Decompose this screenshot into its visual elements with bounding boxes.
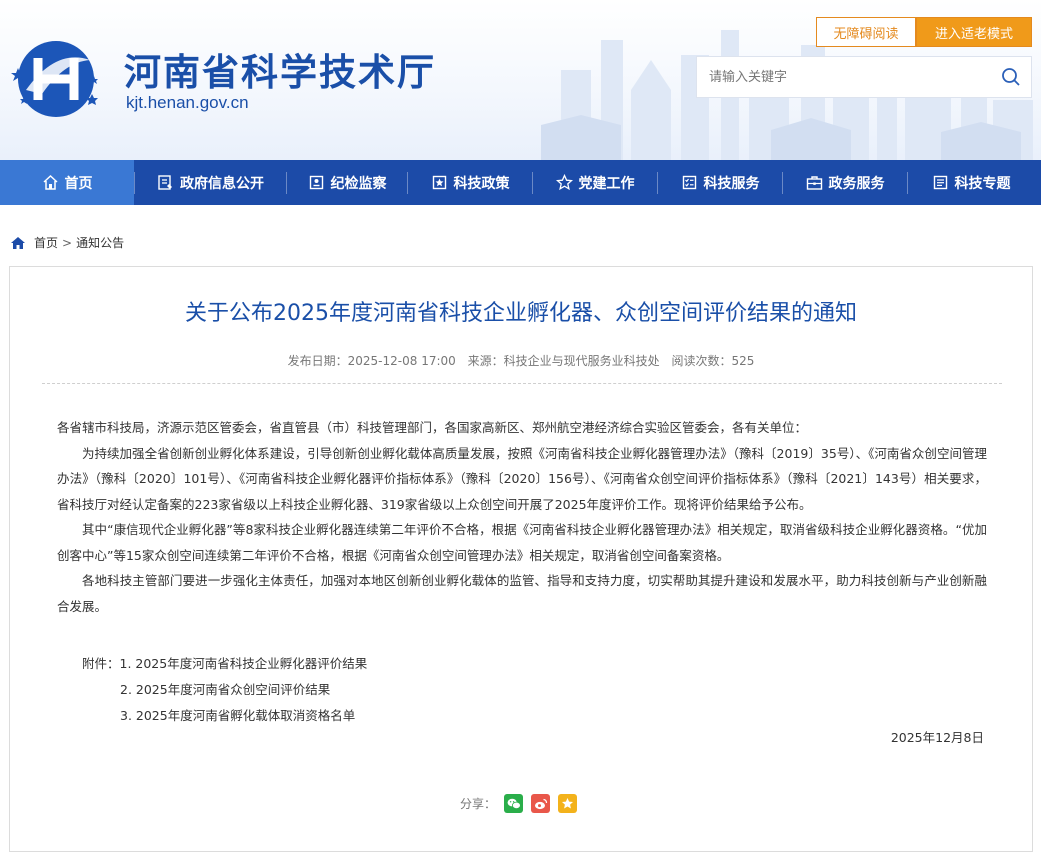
site-logo[interactable] <box>8 38 104 120</box>
home-icon <box>11 236 25 249</box>
article-source: 来源：科技企业与现代服务业科技处 <box>467 354 660 368</box>
salutation: 各省辖市科技局，济源示范区管委会，省直管县（市）科技管理部门，各国家高新区、郑州… <box>57 420 808 435</box>
breadcrumb-home-link[interactable]: 首页 <box>34 234 58 251</box>
publish-date: 发布日期：2025-12-08 17:00 <box>287 354 456 368</box>
nav-item-policy[interactable]: 科技政策 <box>408 160 532 205</box>
article-title: 关于公布2025年度河南省科技企业孵化器、众创空间评价结果的通知 <box>185 301 857 326</box>
article-container: 关于公布2025年度河南省科技企业孵化器、众创空间评价结果的通知 发布日期：20… <box>9 266 1033 852</box>
nav-item-gov-info[interactable]: 政府信息公开 <box>135 160 286 205</box>
elder-mode-button[interactable]: 进入适老模式 <box>916 17 1032 47</box>
attachment-link[interactable]: 附件：1. 2025年度河南省科技企业孵化器评价结果 <box>82 651 367 677</box>
paragraph: 各地科技主管部门要进一步强化主体责任，加强对本地区创新创业孵化载体的监管、指导和… <box>57 573 987 614</box>
article-body: 各省辖市科技局，济源示范区管委会，省直管县（市）科技管理部门，各国家高新区、郑州… <box>57 415 987 619</box>
clipboard-icon <box>309 175 323 190</box>
search-icon <box>1002 68 1020 86</box>
briefcase-icon <box>806 176 822 190</box>
nav-item-services[interactable]: 科技服务 <box>658 160 782 205</box>
document-icon <box>158 175 172 190</box>
weibo-share-icon[interactable] <box>531 794 551 813</box>
search-input[interactable] <box>697 57 991 97</box>
attachment-link[interactable]: 2. 2025年度河南省众创空间评价结果 <box>82 677 367 703</box>
breadcrumb: 首页 > 通知公告 <box>10 234 124 251</box>
nav-item-party[interactable]: 党建工作 <box>533 160 657 205</box>
badge-icon <box>432 175 446 190</box>
breadcrumb-current[interactable]: 通知公告 <box>76 234 124 251</box>
home-icon <box>42 174 58 190</box>
star-icon <box>555 174 573 191</box>
attachment-link[interactable]: 3. 2025年度河南省孵化载体取消资格名单 <box>82 703 367 729</box>
meta-divider <box>42 383 1002 384</box>
nav-item-discipline[interactable]: 纪检监察 <box>287 160 407 205</box>
accessibility-reading-button[interactable]: 无障碍阅读 <box>816 17 916 47</box>
article-meta: 发布日期：2025-12-08 17:00 来源：科技企业与现代服务业科技处 阅… <box>10 352 1032 369</box>
main-nav: 首页 政府信息公开 纪检监察 科技政策 党建工作 科技服务 政务服务 科技专题 <box>0 160 1041 205</box>
site-header: 河南省科学技术厅 kjt.henan.gov.cn 无障碍阅读 进入适老模式 <box>0 0 1041 160</box>
share-bar: 分享： <box>460 794 578 813</box>
paragraph: 为持续加强全省创新创业孵化体系建设，引导创新创业孵化载体高质量发展，按照《河南省… <box>57 445 987 512</box>
nav-item-home[interactable]: 首页 <box>0 160 134 205</box>
site-url: kjt.henan.gov.cn <box>126 93 249 112</box>
paragraph: 其中“康信现代企业孵化器”等8家科技企业孵化器连续第二年评价不合格，根据《河南省… <box>57 522 987 563</box>
breadcrumb-separator: > <box>62 235 73 250</box>
list-icon <box>933 175 947 190</box>
nav-item-topics[interactable]: 科技专题 <box>908 160 1034 205</box>
wechat-share-icon[interactable] <box>504 794 524 813</box>
signature-date: 2025年12月8日 <box>890 730 984 745</box>
nav-item-gov-services[interactable]: 政务服务 <box>783 160 907 205</box>
checklist-icon <box>682 175 696 190</box>
qzone-share-icon[interactable] <box>558 794 578 813</box>
share-label: 分享： <box>460 797 497 811</box>
attachments: 附件：1. 2025年度河南省科技企业孵化器评价结果 2. 2025年度河南省众… <box>82 651 367 729</box>
search-button[interactable] <box>991 57 1031 97</box>
site-title[interactable]: 河南省科学技术厅 <box>124 42 436 96</box>
view-count: 阅读次数：525 <box>671 354 755 368</box>
search-box <box>696 56 1032 98</box>
